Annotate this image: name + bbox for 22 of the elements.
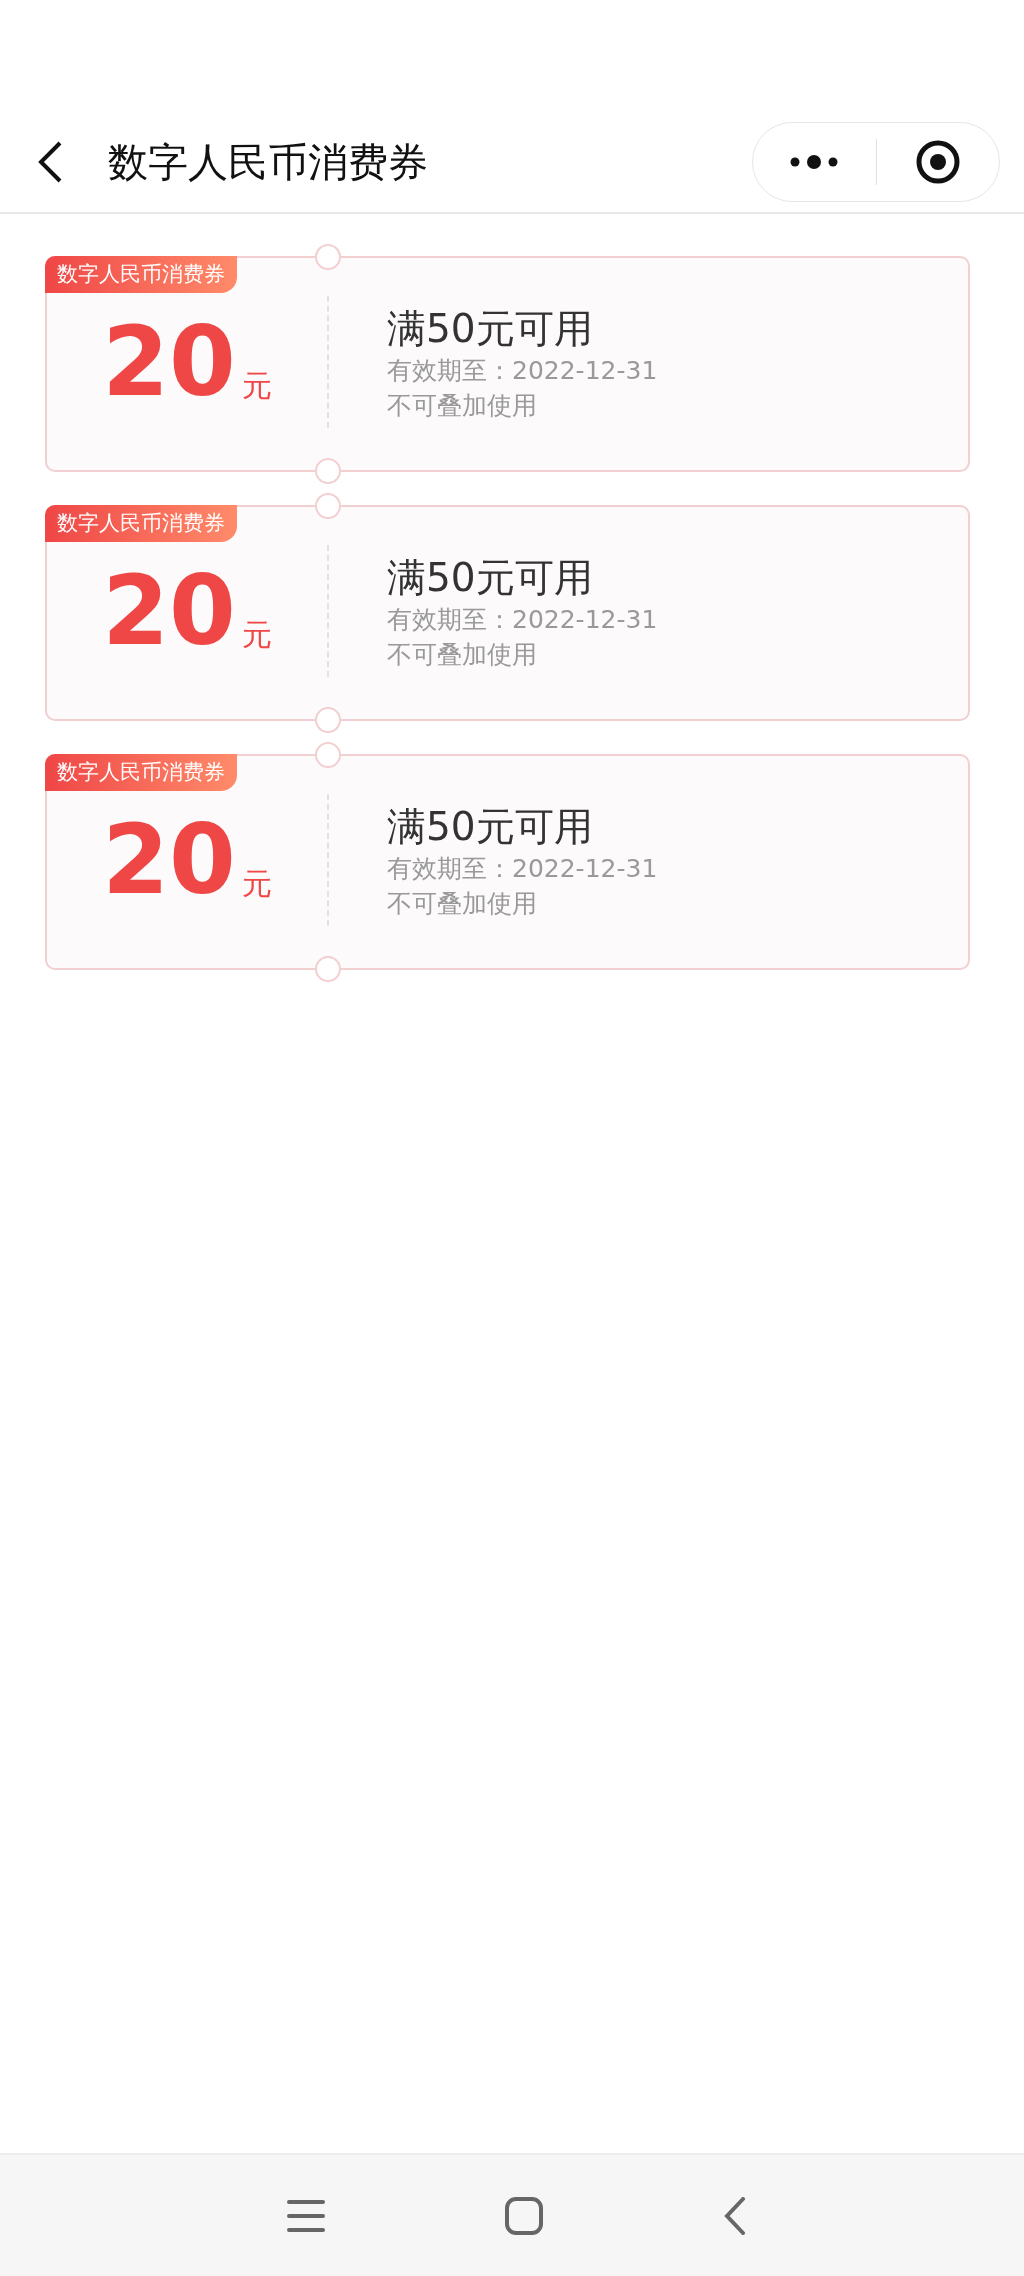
expiry-date: 有效期至：2022-12-31 — [387, 354, 658, 387]
menu-icon[interactable] — [287, 2198, 325, 2233]
usage-note: 不可叠加使用 — [387, 887, 538, 920]
coupon-amount: 20 — [102, 314, 236, 410]
usage-note: 不可叠加使用 — [387, 389, 538, 422]
usage-condition: 满50元可用 — [387, 804, 594, 851]
coupon-tag: 数字人民币消费券 — [45, 754, 237, 791]
usage-condition: 满50元可用 — [387, 555, 594, 602]
currency-unit: 元 — [241, 616, 272, 654]
coupon-tag: 数字人民币消费券 — [45, 505, 237, 542]
coupon-tag: 数字人民币消费券 — [45, 256, 237, 293]
home-icon[interactable] — [505, 2196, 543, 2235]
usage-note: 不可叠加使用 — [387, 638, 538, 671]
coupon-amount: 20 — [102, 812, 236, 908]
currency-unit: 元 — [241, 367, 272, 405]
usage-condition: 满50元可用 — [387, 306, 594, 353]
coupon-amount: 20 — [102, 563, 236, 659]
expiry-date: 有效期至：2022-12-31 — [387, 603, 658, 636]
expiry-date: 有效期至：2022-12-31 — [387, 852, 658, 885]
currency-unit: 元 — [241, 865, 272, 903]
page-title: 数字人民币消费券 — [108, 138, 428, 187]
back-icon[interactable] — [36, 140, 64, 184]
